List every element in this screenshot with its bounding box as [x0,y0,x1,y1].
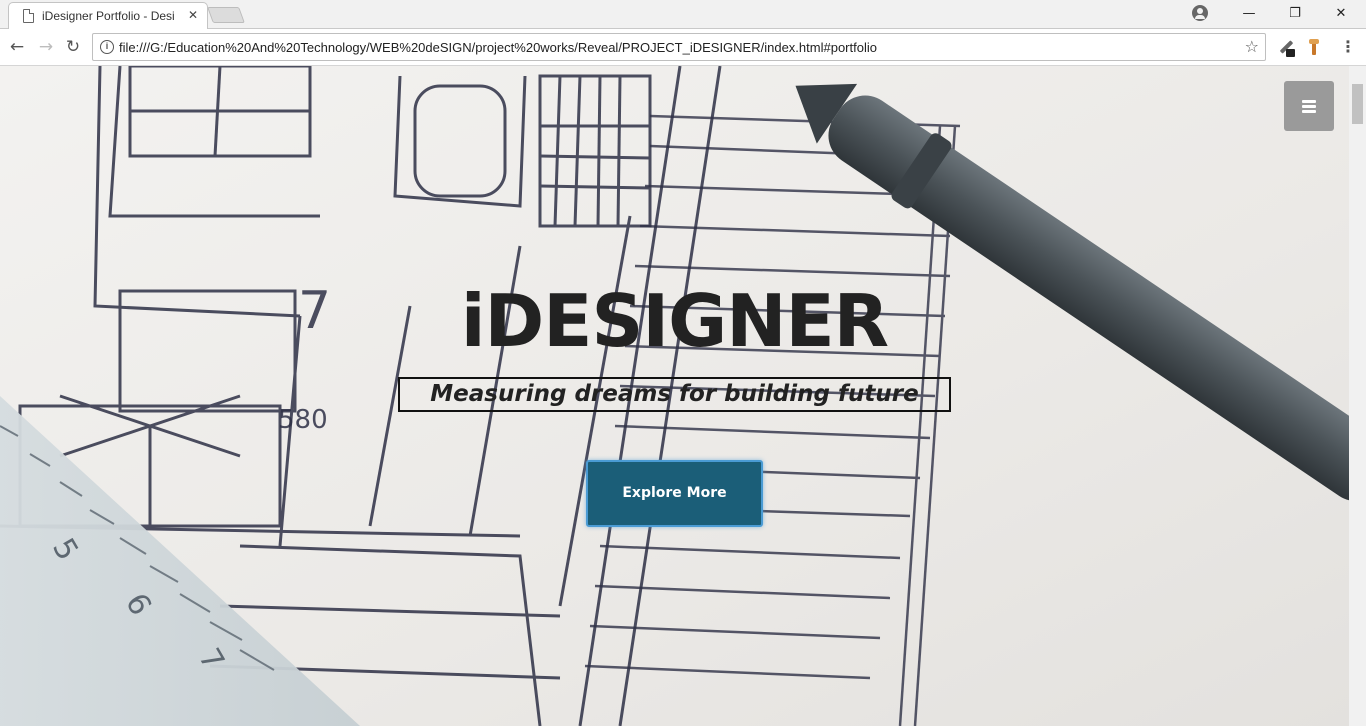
address-bar[interactable]: i file:///G:/Education%20And%20Technolog… [92,33,1266,61]
browser-tab-bar: iDesigner Portfolio - Desi ✕ — ❐ ✕ [0,0,1366,30]
tab-title: iDesigner Portfolio - Desi [42,9,175,23]
forward-button[interactable]: → [35,36,57,58]
reload-button[interactable]: ↻ [62,36,84,58]
tool-extension-icon[interactable] [1306,38,1322,56]
hero-title: iDESIGNER [460,279,889,363]
hamburger-bar [1302,105,1316,108]
hero-tagline: Measuring dreams for building future [398,377,951,412]
browser-menu-icon[interactable]: ⋮ [1340,35,1356,59]
menu-toggle-button[interactable] [1284,81,1334,131]
hamburger-bar [1302,110,1316,113]
pen-extension-icon[interactable] [1276,37,1296,57]
svg-text:580: 580 [278,405,328,435]
close-window-button[interactable]: ✕ [1318,0,1364,28]
tab-close-icon[interactable]: ✕ [185,7,201,23]
browser-tab[interactable]: iDesigner Portfolio - Desi ✕ [8,2,208,30]
url-text[interactable]: file:///G:/Education%20And%20Technology/… [119,40,877,55]
browser-toolbar: ← → ↻ i file:///G:/Education%20And%20Tec… [0,29,1366,66]
page-viewport: 7 580 5 6 7 iDESIGNER Measuring dreams f… [0,66,1349,726]
info-icon[interactable]: i [100,40,114,54]
account-icon[interactable] [1192,5,1208,21]
page-icon [23,9,34,23]
page-scrollbar[interactable] [1349,66,1366,726]
new-tab-button[interactable] [207,7,245,23]
back-button[interactable]: ← [6,36,28,58]
restore-button[interactable]: ❐ [1272,0,1318,28]
minimize-button[interactable]: — [1226,0,1272,28]
bookmark-star-icon[interactable]: ☆ [1245,37,1259,56]
explore-more-button[interactable]: Explore More [586,460,763,527]
hamburger-bar [1302,100,1316,103]
scrollbar-thumb[interactable] [1352,84,1363,124]
